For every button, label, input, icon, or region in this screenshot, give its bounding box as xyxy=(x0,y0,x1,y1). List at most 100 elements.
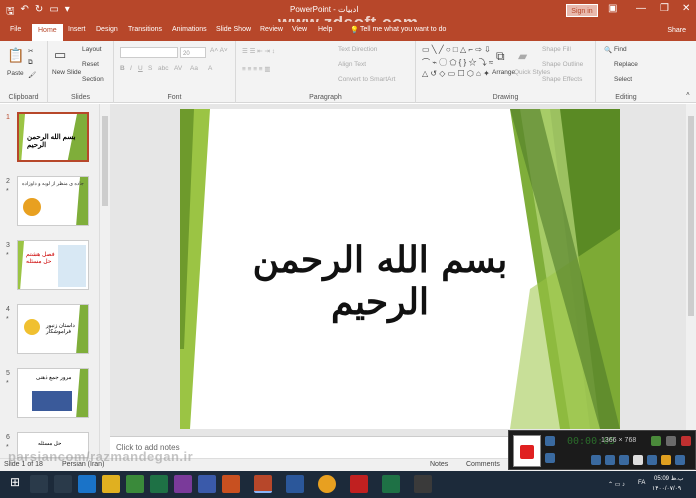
slide-thumbnail[interactable]: مرور جمع ذهنی xyxy=(17,368,89,418)
tab-home[interactable]: Home xyxy=(32,24,63,41)
text-direction-button[interactable]: Text Direction xyxy=(338,46,377,53)
tab-slide-show[interactable]: Slide Show xyxy=(216,26,251,33)
thumbnail-scrollbar[interactable] xyxy=(100,104,110,458)
tell-me-box[interactable]: Tell me what you want to do xyxy=(360,26,446,33)
tab-design[interactable]: Design xyxy=(96,26,118,33)
ribbon-options-icon[interactable]: ▣ xyxy=(608,3,617,14)
folder-icon[interactable] xyxy=(661,455,671,465)
shapes-gallery-row2[interactable]: ⌒ ⌁ ◯ ⬠ { } ☆ ⤵ ≈ xyxy=(422,57,493,68)
app-icon[interactable] xyxy=(198,475,216,493)
shapes-gallery[interactable]: ▭ ╲ ╱ ○ □ △ ⌐ ⇨ ⇩ xyxy=(422,45,491,54)
bold-icon[interactable]: B xyxy=(120,65,125,72)
present-icon[interactable]: ▭ xyxy=(49,4,58,21)
tab-help[interactable]: Help xyxy=(318,26,332,33)
arrange-icon[interactable]: ⧉ xyxy=(496,49,505,64)
shape-fill-button[interactable]: Shape Fill xyxy=(542,46,571,53)
clock-date[interactable]: ۱۴۰۰/۰۷/۰۹ xyxy=(652,485,681,492)
spacing-icon[interactable]: AV xyxy=(174,65,182,72)
tab-view[interactable]: View xyxy=(292,26,307,33)
change-case-icon[interactable]: Aa xyxy=(190,65,198,72)
font-name-box[interactable] xyxy=(120,47,178,58)
new-slide-icon[interactable]: ▭ xyxy=(54,47,66,63)
italic-icon[interactable]: I xyxy=(130,65,132,72)
editor-scroll-thumb[interactable] xyxy=(688,116,694,316)
replace-button[interactable]: Replace xyxy=(614,61,638,68)
maximize-button[interactable]: ❐ xyxy=(660,3,669,14)
quick-styles-button[interactable]: Quick Styles xyxy=(514,69,550,76)
notes-button[interactable]: Notes xyxy=(430,461,448,468)
word-icon[interactable] xyxy=(286,475,304,493)
pen-icon[interactable] xyxy=(647,455,657,465)
record-button[interactable] xyxy=(513,435,541,467)
task-view-icon[interactable] xyxy=(54,475,72,493)
strikethrough-icon[interactable]: abc xyxy=(158,65,168,72)
shape-outline-button[interactable]: Shape Outline xyxy=(542,61,583,68)
settings-icon[interactable] xyxy=(651,436,661,446)
webcam-icon[interactable] xyxy=(619,455,629,465)
acrobat-icon[interactable] xyxy=(350,475,368,493)
align-text-button[interactable]: Align Text xyxy=(338,61,366,68)
help-icon[interactable] xyxy=(675,455,685,465)
start-icon[interactable]: ⊞ xyxy=(6,475,24,493)
tab-animations[interactable]: Animations xyxy=(172,26,207,33)
quick-styles-icon[interactable]: ▰ xyxy=(518,49,527,63)
tab-transitions[interactable]: Transitions xyxy=(128,26,162,33)
save-icon[interactable]: 🖫 xyxy=(6,4,15,21)
slide-thumbnail[interactable]: جاده ی منظر از لوبه و داوزاده xyxy=(17,176,89,226)
underline-icon[interactable]: U xyxy=(138,65,143,72)
paste-button[interactable]: Paste xyxy=(7,70,24,77)
powerpoint-icon[interactable] xyxy=(254,475,272,493)
font-size-box[interactable]: 20 xyxy=(180,47,206,58)
undo-icon[interactable]: ↶ xyxy=(21,4,29,21)
find-button[interactable]: Find xyxy=(614,46,627,53)
excel-icon[interactable] xyxy=(150,475,168,493)
shape-effects-button[interactable]: Shape Effects xyxy=(542,76,582,83)
section-button[interactable]: Section xyxy=(82,76,104,83)
sign-in-button[interactable]: Sign in xyxy=(566,4,598,17)
scroll-thumb[interactable] xyxy=(102,116,108,206)
app-icon[interactable] xyxy=(222,475,240,493)
edge-icon[interactable] xyxy=(78,475,96,493)
customize-icon[interactable]: ▾ xyxy=(65,4,70,21)
speaker-icon[interactable] xyxy=(591,455,601,465)
select-button[interactable]: Select xyxy=(614,76,632,83)
reset-button[interactable]: Reset xyxy=(82,61,99,68)
editor-scrollbar[interactable] xyxy=(686,104,696,458)
minimize-button[interactable]: — xyxy=(636,3,646,14)
tab-file[interactable]: File xyxy=(10,26,21,33)
tab-insert[interactable]: Insert xyxy=(68,26,86,33)
grow-font-icon[interactable]: A˄ A˅ xyxy=(210,47,228,54)
excel-icon[interactable] xyxy=(382,475,400,493)
clock-time[interactable]: 05:09 ب.ظ xyxy=(654,475,684,482)
cursor-icon[interactable] xyxy=(633,455,643,465)
file-explorer-icon[interactable] xyxy=(102,475,120,493)
tray-icons[interactable]: ⌃ ▭ ♪ xyxy=(608,481,625,488)
slide-thumbnail[interactable]: بسم الله الرحمن الرحیم xyxy=(17,112,89,162)
slide-thumbnail[interactable]: داستان زنبور فراموشکار xyxy=(17,304,89,354)
search-icon[interactable] xyxy=(30,475,48,493)
pause-icon[interactable] xyxy=(545,453,555,463)
font-color-icon[interactable]: A xyxy=(208,65,212,72)
slide-thumbnail[interactable]: فصل هشتم حل مسئله xyxy=(17,240,89,290)
bullets-icon[interactable]: ☰ ☰ ⇤ ⇥ ↕ xyxy=(242,47,275,55)
camera-icon[interactable] xyxy=(545,436,555,446)
store-icon[interactable] xyxy=(126,475,144,493)
collapse-ribbon-icon[interactable]: ˄ xyxy=(686,91,690,98)
paste-icon[interactable]: 📋 xyxy=(7,47,24,64)
new-slide-button[interactable]: New Slide xyxy=(52,69,81,76)
convert-smartart-button[interactable]: Convert to SmartArt xyxy=(338,76,395,83)
format-painter-icon[interactable]: 🖌 xyxy=(28,71,36,79)
close-recorder-icon[interactable] xyxy=(681,436,691,446)
onenote-icon[interactable] xyxy=(174,475,192,493)
redo-icon[interactable]: ↻ xyxy=(35,4,43,21)
layout-button[interactable]: Layout xyxy=(82,46,102,53)
arrange-button[interactable]: Arrange xyxy=(492,69,515,76)
comments-button[interactable]: Comments xyxy=(466,461,500,468)
microphone-icon[interactable] xyxy=(605,455,615,465)
cut-icon[interactable]: ✂ xyxy=(28,47,33,55)
tab-review[interactable]: Review xyxy=(260,26,283,33)
language-tray[interactable]: FA xyxy=(638,480,645,486)
shapes-gallery-row3[interactable]: △ ↺ ◇ ▭ ☐ ⬡ ⌂ ✦ xyxy=(422,69,490,78)
close-button[interactable]: ✕ xyxy=(682,3,690,14)
app-icon[interactable] xyxy=(414,475,432,493)
